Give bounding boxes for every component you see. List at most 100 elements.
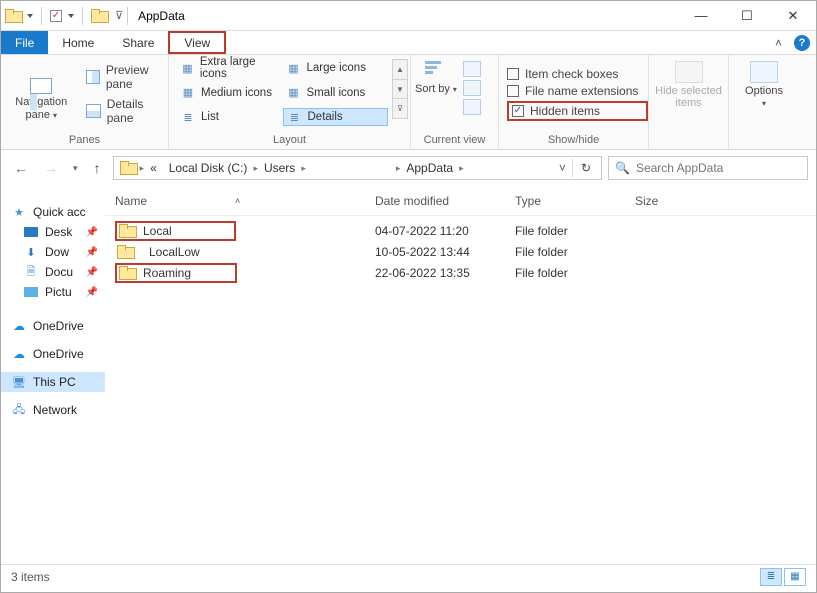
grid-icon: ▦	[287, 86, 301, 99]
group-label-empty	[649, 132, 728, 149]
breadcrumb-localdisk[interactable]: Local Disk (C:)	[163, 161, 254, 175]
preview-pane-button[interactable]: Preview pane	[86, 63, 163, 91]
breadcrumb-prefix[interactable]: «	[144, 161, 163, 175]
item-check-boxes-toggle[interactable]: Item check boxes	[507, 67, 648, 81]
search-box[interactable]: 🔍	[608, 156, 808, 180]
sort-icon	[425, 61, 447, 83]
history-dropdown[interactable]: ▾	[69, 163, 82, 174]
file-row[interactable]: LocalLow 10-05-2022 13:44 File folder	[105, 241, 816, 262]
file-ext-label: File name extensions	[525, 84, 638, 98]
layout-extra-large-icons[interactable]: ▦Extra large icons	[177, 59, 283, 77]
highlight-box: Local	[115, 221, 236, 241]
sidebar-item-onedrive[interactable]: ☁OneDrive	[1, 344, 105, 364]
options-icon	[750, 61, 778, 83]
scroll-up-icon[interactable]: ▲	[393, 60, 407, 80]
address-bar[interactable]: ▸ « Local Disk (C:)▸ Users▸ ▸ AppData▸ ˅…	[113, 156, 602, 180]
checkbox-icon	[507, 68, 519, 80]
column-header-name[interactable]: Name˄	[115, 194, 375, 208]
layout-list[interactable]: ≣List	[177, 108, 283, 126]
sidebar-item-label: OneDrive	[33, 319, 84, 333]
network-icon: 🖧	[11, 403, 27, 417]
breadcrumb-users[interactable]: Users	[258, 161, 301, 175]
sidebar-item-network[interactable]: 🖧Network	[1, 400, 105, 420]
column-header-type[interactable]: Type	[515, 194, 635, 208]
overflow-chevron[interactable]: ⊽	[115, 9, 123, 22]
sort-by-button[interactable]: Sort by ▾	[415, 61, 457, 95]
file-name-extensions-toggle[interactable]: File name extensions	[507, 84, 648, 98]
item-count: 3 items	[11, 570, 50, 584]
column-header-date[interactable]: Date modified	[375, 194, 515, 208]
folder-icon[interactable]	[91, 9, 107, 23]
navigation-pane-button[interactable]: Navigation pane ▾	[7, 66, 76, 120]
file-date: 10-05-2022 13:44	[375, 245, 515, 259]
folder-icon	[120, 161, 136, 175]
sidebar-item-pictures[interactable]: Pictu📌	[1, 282, 105, 302]
add-columns-button[interactable]	[463, 80, 481, 96]
qat-item-dropdown[interactable]	[68, 14, 74, 18]
file-type: File folder	[515, 266, 635, 280]
layout-details[interactable]: ≣Details	[283, 108, 389, 126]
collapse-ribbon-icon[interactable]: ˄	[769, 31, 788, 54]
navigation-pane: ★Quick acc Desk📌 ⬇Dow📌 🗎Docu📌 Pictu📌 ☁ On…	[1, 186, 105, 564]
sidebar-item-onedrive[interactable]: ☁ OneDrive	[1, 316, 105, 336]
back-button[interactable]: ←	[9, 156, 33, 180]
grid-icon: ▦	[287, 62, 301, 75]
sidebar-item-downloads[interactable]: ⬇Dow📌	[1, 242, 105, 262]
window-title: AppData	[138, 9, 185, 23]
details-view-button[interactable]: ≣	[760, 568, 782, 586]
tab-file[interactable]: File	[1, 31, 48, 54]
cloud-icon: ☁	[11, 319, 27, 333]
scroll-down-icon[interactable]: ▼	[393, 80, 407, 100]
minimize-button[interactable]: —	[678, 1, 724, 31]
file-type: File folder	[515, 245, 635, 259]
group-by-button[interactable]	[463, 61, 481, 77]
file-list-view: Name˄ Date modified Type Size Local 04-0…	[105, 186, 816, 564]
properties-icon[interactable]: ✓	[50, 10, 62, 22]
tab-share[interactable]: Share	[108, 31, 168, 54]
sidebar-item-documents[interactable]: 🗎Docu📌	[1, 262, 105, 282]
list-icon: ≣	[181, 111, 195, 124]
file-type: File folder	[515, 224, 635, 238]
breadcrumb-appdata[interactable]: AppData	[400, 161, 459, 175]
address-dropdown[interactable]: ˅	[553, 161, 572, 175]
separator	[41, 7, 42, 25]
qat-menu-dropdown[interactable]	[27, 14, 33, 18]
layout-small-icons[interactable]: ▦ Small icons	[283, 84, 389, 102]
search-input[interactable]	[636, 161, 801, 175]
layout-label: Small icons	[307, 87, 366, 99]
dropdown-icon: ▾	[762, 99, 766, 108]
up-button[interactable]: ↑	[88, 160, 107, 176]
tab-view[interactable]: View	[168, 31, 226, 54]
main-content: ★Quick acc Desk📌 ⬇Dow📌 🗎Docu📌 Pictu📌 ☁ On…	[1, 186, 816, 564]
sidebar-item-quickaccess[interactable]: ★Quick acc	[1, 202, 105, 222]
sidebar-item-desktop[interactable]: Desk📌	[1, 222, 105, 242]
ribbon-group-layout: ▦Extra large icons ▦Large icons ▦Medium …	[169, 55, 411, 149]
file-row[interactable]: Local 04-07-2022 11:20 File folder	[105, 220, 816, 241]
column-header-size[interactable]: Size	[635, 194, 715, 208]
expand-gallery-icon[interactable]: ⊽	[393, 99, 407, 118]
size-columns-button[interactable]	[463, 99, 481, 115]
options-button[interactable]: Options▾	[745, 61, 783, 109]
layout-gallery-scroll[interactable]: ▲▼⊽	[392, 59, 408, 119]
details-pane-button[interactable]: Details pane	[86, 97, 163, 125]
hide-selected-label: Hide selected items	[655, 85, 722, 109]
close-button[interactable]: ✕	[770, 1, 816, 31]
hidden-items-toggle[interactable]: ✓Hidden items	[507, 101, 648, 121]
maximize-button[interactable]: ☐	[724, 1, 770, 31]
file-row[interactable]: Roaming 22-06-2022 13:35 File folder	[105, 262, 816, 283]
chevron-right-icon[interactable]: ▸	[301, 163, 306, 174]
chevron-right-icon[interactable]: ▸	[459, 163, 464, 174]
help-button[interactable]: ?	[788, 31, 816, 54]
thumbnails-view-button[interactable]: ▦	[784, 568, 806, 586]
ribbon-tabs: File Home Share View ˄ ?	[1, 31, 816, 55]
separator	[127, 7, 128, 25]
pin-icon: 📌	[86, 247, 98, 258]
tab-home[interactable]: Home	[48, 31, 108, 54]
sort-by-label: Sort by	[415, 83, 450, 95]
sidebar-item-thispc[interactable]: 🖥This PC	[1, 372, 105, 392]
refresh-button[interactable]: ↻	[573, 161, 599, 175]
layout-medium-icons[interactable]: ▦Medium icons	[177, 84, 283, 102]
layout-large-icons[interactable]: ▦Large icons	[283, 59, 389, 77]
view-mode-toggle: ≣ ▦	[760, 568, 806, 586]
ribbon-group-showhide: Item check boxes File name extensions ✓H…	[499, 55, 649, 149]
